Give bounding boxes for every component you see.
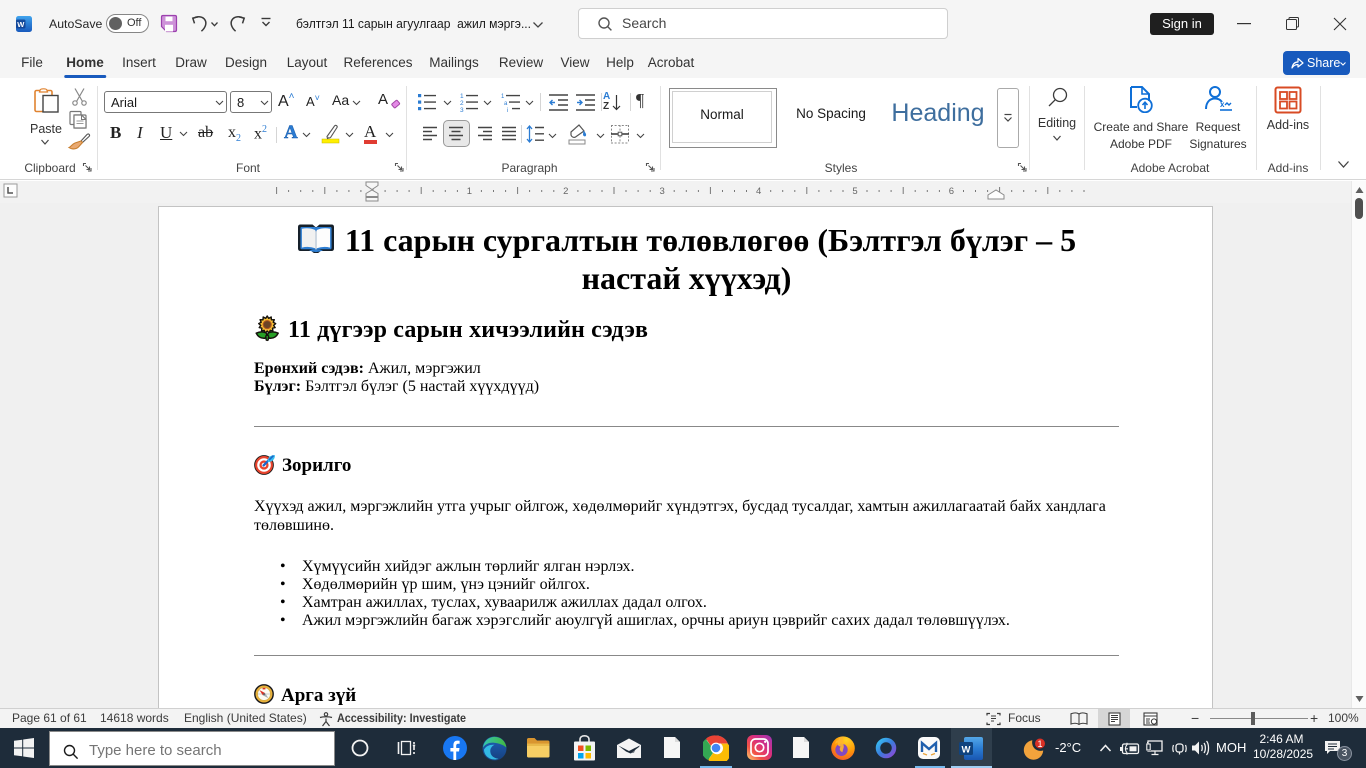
svg-text:2: 2 xyxy=(563,186,568,197)
svg-text:x: x xyxy=(1220,100,1225,109)
svg-text:1: 1 xyxy=(1037,739,1042,749)
svg-text:3: 3 xyxy=(460,107,464,112)
svg-text:6: 6 xyxy=(949,186,954,197)
svg-text:1: 1 xyxy=(460,93,464,100)
svg-text:2: 2 xyxy=(460,100,464,107)
svg-text:3: 3 xyxy=(660,186,665,197)
svg-text:1: 1 xyxy=(501,94,505,100)
svg-text:1: 1 xyxy=(467,186,472,197)
svg-text:a: a xyxy=(504,101,508,107)
svg-text:5: 5 xyxy=(852,186,857,197)
svg-text:W: W xyxy=(962,745,971,756)
svg-text:i: i xyxy=(507,108,508,112)
svg-text:W: W xyxy=(17,20,25,29)
svg-text:4: 4 xyxy=(756,186,761,197)
